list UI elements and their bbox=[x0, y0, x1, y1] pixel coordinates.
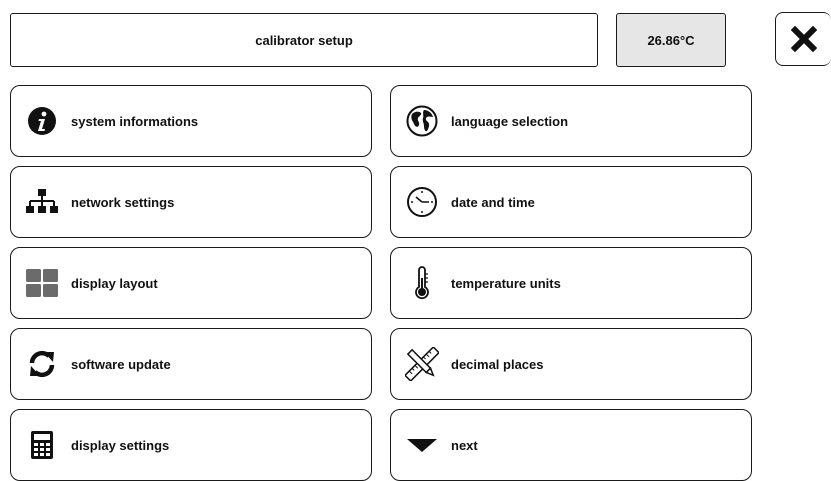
thermometer-icon bbox=[405, 266, 439, 300]
temperature-units-button[interactable]: temperature units bbox=[390, 247, 752, 319]
display-layout-button[interactable]: display layout bbox=[10, 247, 372, 319]
globe-icon bbox=[405, 104, 439, 138]
temperature-readout: 26.86°C bbox=[616, 13, 726, 67]
network-settings-label: network settings bbox=[71, 194, 175, 210]
page-title: calibrator setup bbox=[10, 13, 598, 67]
date-and-time-label: date and time bbox=[451, 194, 535, 210]
info-icon bbox=[25, 104, 59, 138]
temperature-value: 26.86°C bbox=[647, 32, 695, 48]
next-button[interactable]: next bbox=[390, 409, 752, 481]
page-title-text: calibrator setup bbox=[255, 32, 353, 48]
next-label: next bbox=[451, 437, 478, 453]
triangle-down-icon bbox=[405, 428, 439, 462]
pencil-ruler-icon bbox=[405, 347, 439, 381]
network-icon bbox=[25, 185, 59, 219]
display-layout-label: display layout bbox=[71, 275, 158, 291]
software-update-button[interactable]: software update bbox=[10, 328, 372, 400]
display-settings-label: display settings bbox=[71, 437, 170, 453]
grid-layout-icon bbox=[25, 266, 59, 300]
language-selection-label: language selection bbox=[451, 113, 569, 129]
close-icon bbox=[790, 26, 817, 52]
software-update-label: software update bbox=[71, 356, 171, 372]
network-settings-button[interactable]: network settings bbox=[10, 166, 372, 238]
calculator-icon bbox=[25, 428, 59, 462]
language-selection-button[interactable]: language selection bbox=[390, 85, 752, 157]
decimal-places-label: decimal places bbox=[451, 356, 544, 372]
system-informations-label: system informations bbox=[71, 113, 199, 129]
clock-icon bbox=[405, 185, 439, 219]
temperature-units-label: temperature units bbox=[451, 275, 561, 291]
system-informations-button[interactable]: system informations bbox=[10, 85, 372, 157]
date-and-time-button[interactable]: date and time bbox=[390, 166, 752, 238]
refresh-icon bbox=[25, 347, 59, 381]
decimal-places-button[interactable]: decimal places bbox=[390, 328, 752, 400]
display-settings-button[interactable]: display settings bbox=[10, 409, 372, 481]
close-button[interactable] bbox=[775, 12, 831, 66]
